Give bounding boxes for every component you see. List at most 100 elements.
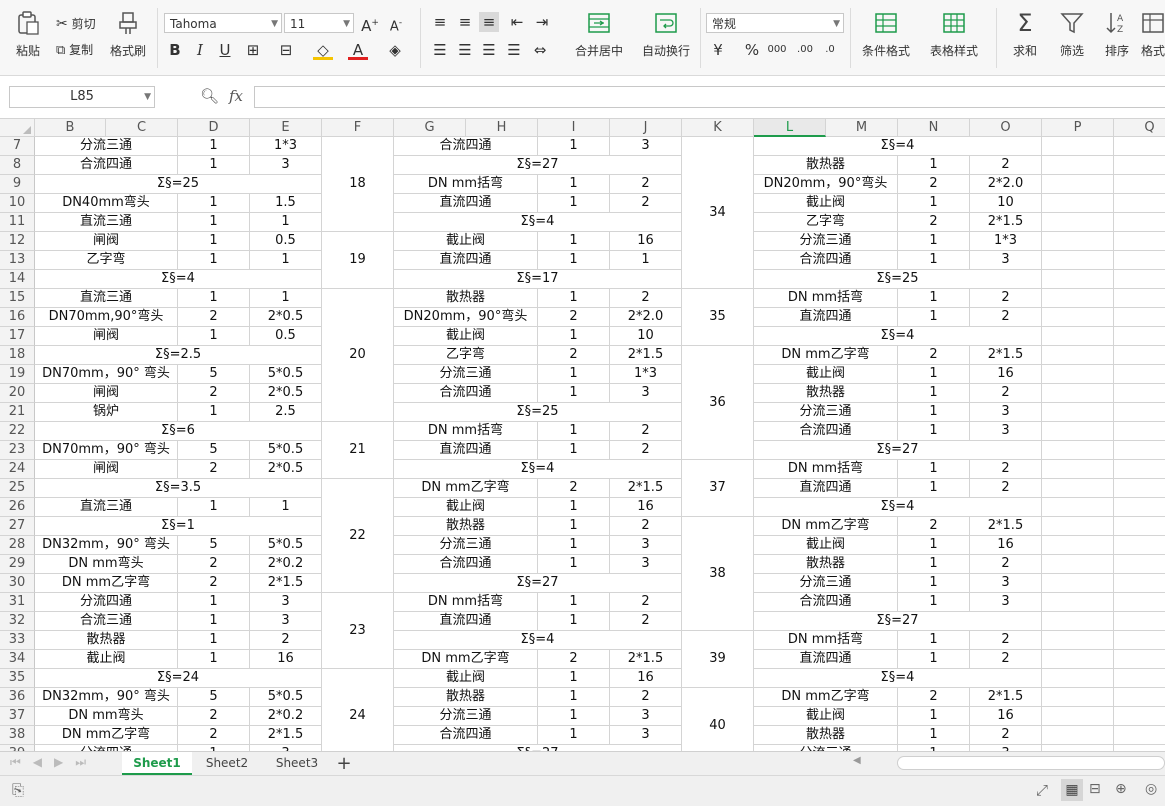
empty-cell[interactable] [1114, 175, 1165, 194]
empty-cell[interactable] [1114, 707, 1165, 726]
quantity-cell[interactable]: 2 [898, 346, 970, 365]
quantity-cell[interactable]: 1 [178, 612, 250, 631]
item-cell[interactable]: DN20mm，90°弯头 [394, 308, 538, 327]
item-cell[interactable]: DN mm括弯 [754, 289, 898, 308]
row-header[interactable]: 7 [0, 137, 35, 156]
row-header[interactable]: 38 [0, 726, 35, 745]
item-cell[interactable]: 分流三通 [754, 403, 898, 422]
sum-cell[interactable]: Σ§=27 [754, 612, 1042, 631]
item-cell[interactable]: 直流三通 [35, 289, 178, 308]
quantity-cell[interactable]: 1 [178, 194, 250, 213]
coefficient-cell[interactable]: 2*0.2 [250, 707, 322, 726]
quantity-cell[interactable]: 1 [538, 232, 610, 251]
quantity-cell[interactable]: 1 [898, 631, 970, 650]
item-cell[interactable]: DN32mm，90° 弯头 [35, 688, 178, 707]
item-cell[interactable]: 直流四通 [394, 612, 538, 631]
quantity-cell[interactable]: 1 [538, 137, 610, 156]
underline-icon[interactable]: U [215, 40, 235, 60]
quantity-cell[interactable]: 1 [538, 441, 610, 460]
empty-cell[interactable] [1042, 688, 1114, 707]
sum-cell[interactable]: Σ§=27 [394, 574, 682, 593]
segment-number-cell[interactable]: 21 [322, 422, 394, 479]
row-header[interactable]: 26 [0, 498, 35, 517]
column-header[interactable]: L [754, 119, 826, 137]
sum-cell[interactable]: Σ§=25 [394, 403, 682, 422]
sum-cell[interactable]: Σ§=3.5 [35, 479, 322, 498]
empty-cell[interactable] [1114, 270, 1165, 289]
quantity-cell[interactable]: 2 [898, 517, 970, 536]
coefficient-cell[interactable]: 2 [610, 422, 682, 441]
empty-cell[interactable] [1042, 175, 1114, 194]
quantity-cell[interactable]: 1 [178, 213, 250, 232]
coefficient-cell[interactable]: 2*1.5 [610, 650, 682, 669]
quantity-cell[interactable]: 2 [538, 479, 610, 498]
quantity-cell[interactable]: 1 [178, 156, 250, 175]
empty-cell[interactable] [1042, 460, 1114, 479]
item-cell[interactable]: 直流四通 [754, 650, 898, 669]
filter-button[interactable]: 筛选 [1052, 10, 1092, 59]
sum-cell[interactable]: Σ§=17 [394, 270, 682, 289]
empty-cell[interactable] [1114, 555, 1165, 574]
item-cell[interactable]: 合流四通 [754, 251, 898, 270]
item-cell[interactable]: 直流四通 [394, 194, 538, 213]
quantity-cell[interactable]: 1 [898, 555, 970, 574]
quantity-cell[interactable]: 1 [538, 498, 610, 517]
quantity-cell[interactable]: 1 [178, 137, 250, 156]
coefficient-cell[interactable]: 5*0.5 [250, 536, 322, 555]
coefficient-cell[interactable]: 2*1.5 [610, 479, 682, 498]
segment-number-cell[interactable]: 24 [322, 669, 394, 751]
column-header[interactable]: C [106, 119, 178, 137]
segment-number-cell[interactable]: 22 [322, 479, 394, 593]
macro-record-icon[interactable]: ⎘ [12, 781, 24, 799]
sum-cell[interactable]: Σ§=1 [35, 517, 322, 536]
item-cell[interactable]: DN70mm,90°弯头 [35, 308, 178, 327]
sum-cell[interactable]: Σ§=24 [35, 669, 322, 688]
coefficient-cell[interactable]: 1 [250, 289, 322, 308]
empty-cell[interactable] [1114, 536, 1165, 555]
quantity-cell[interactable]: 1 [178, 498, 250, 517]
column-header[interactable]: I [538, 119, 610, 137]
segment-number-cell[interactable]: 40 [682, 688, 754, 751]
item-cell[interactable]: 直流四通 [394, 251, 538, 270]
percent-icon[interactable]: % [742, 40, 762, 60]
column-header[interactable]: N [898, 119, 970, 137]
row-header[interactable]: 18 [0, 346, 35, 365]
empty-cell[interactable] [1042, 707, 1114, 726]
item-cell[interactable]: 分流四通 [35, 593, 178, 612]
item-cell[interactable]: 乙字弯 [35, 251, 178, 270]
wrap-text-button[interactable]: 自动换行 [638, 10, 694, 59]
bold-icon[interactable]: B [165, 40, 185, 60]
coefficient-cell[interactable]: 2 [610, 441, 682, 460]
item-cell[interactable]: DN mm弯头 [35, 555, 178, 574]
coefficient-cell[interactable]: 1*3 [250, 137, 322, 156]
item-cell[interactable]: DN mm乙字弯 [754, 688, 898, 707]
border-icon[interactable]: ⊞ [243, 40, 263, 60]
quantity-cell[interactable]: 1 [538, 289, 610, 308]
row-header[interactable]: 25 [0, 479, 35, 498]
format-button[interactable]: 格式 [1138, 10, 1165, 59]
coefficient-cell[interactable]: 2 [610, 612, 682, 631]
coefficient-cell[interactable]: 2*1.5 [610, 346, 682, 365]
empty-cell[interactable] [1042, 194, 1114, 213]
font-color-icon[interactable]: A [348, 40, 368, 60]
empty-cell[interactable] [1042, 365, 1114, 384]
column-header[interactable]: G [394, 119, 466, 137]
item-cell[interactable]: 闸阀 [35, 327, 178, 346]
item-cell[interactable]: 合流四通 [394, 384, 538, 403]
column-header[interactable]: H [466, 119, 538, 137]
empty-cell[interactable] [1042, 574, 1114, 593]
item-cell[interactable]: DN mm括弯 [394, 593, 538, 612]
item-cell[interactable]: 合流四通 [35, 156, 178, 175]
quantity-cell[interactable]: 5 [178, 441, 250, 460]
quantity-cell[interactable]: 1 [898, 156, 970, 175]
empty-cell[interactable] [1114, 251, 1165, 270]
row-header[interactable]: 30 [0, 574, 35, 593]
column-header[interactable]: E [250, 119, 322, 137]
item-cell[interactable]: 散热器 [754, 384, 898, 403]
quantity-cell[interactable]: 2 [538, 346, 610, 365]
row-header[interactable]: 14 [0, 270, 35, 289]
empty-cell[interactable] [1114, 308, 1165, 327]
row-header[interactable]: 32 [0, 612, 35, 631]
empty-cell[interactable] [1114, 479, 1165, 498]
sum-button[interactable]: Σ 求和 [1005, 10, 1045, 59]
